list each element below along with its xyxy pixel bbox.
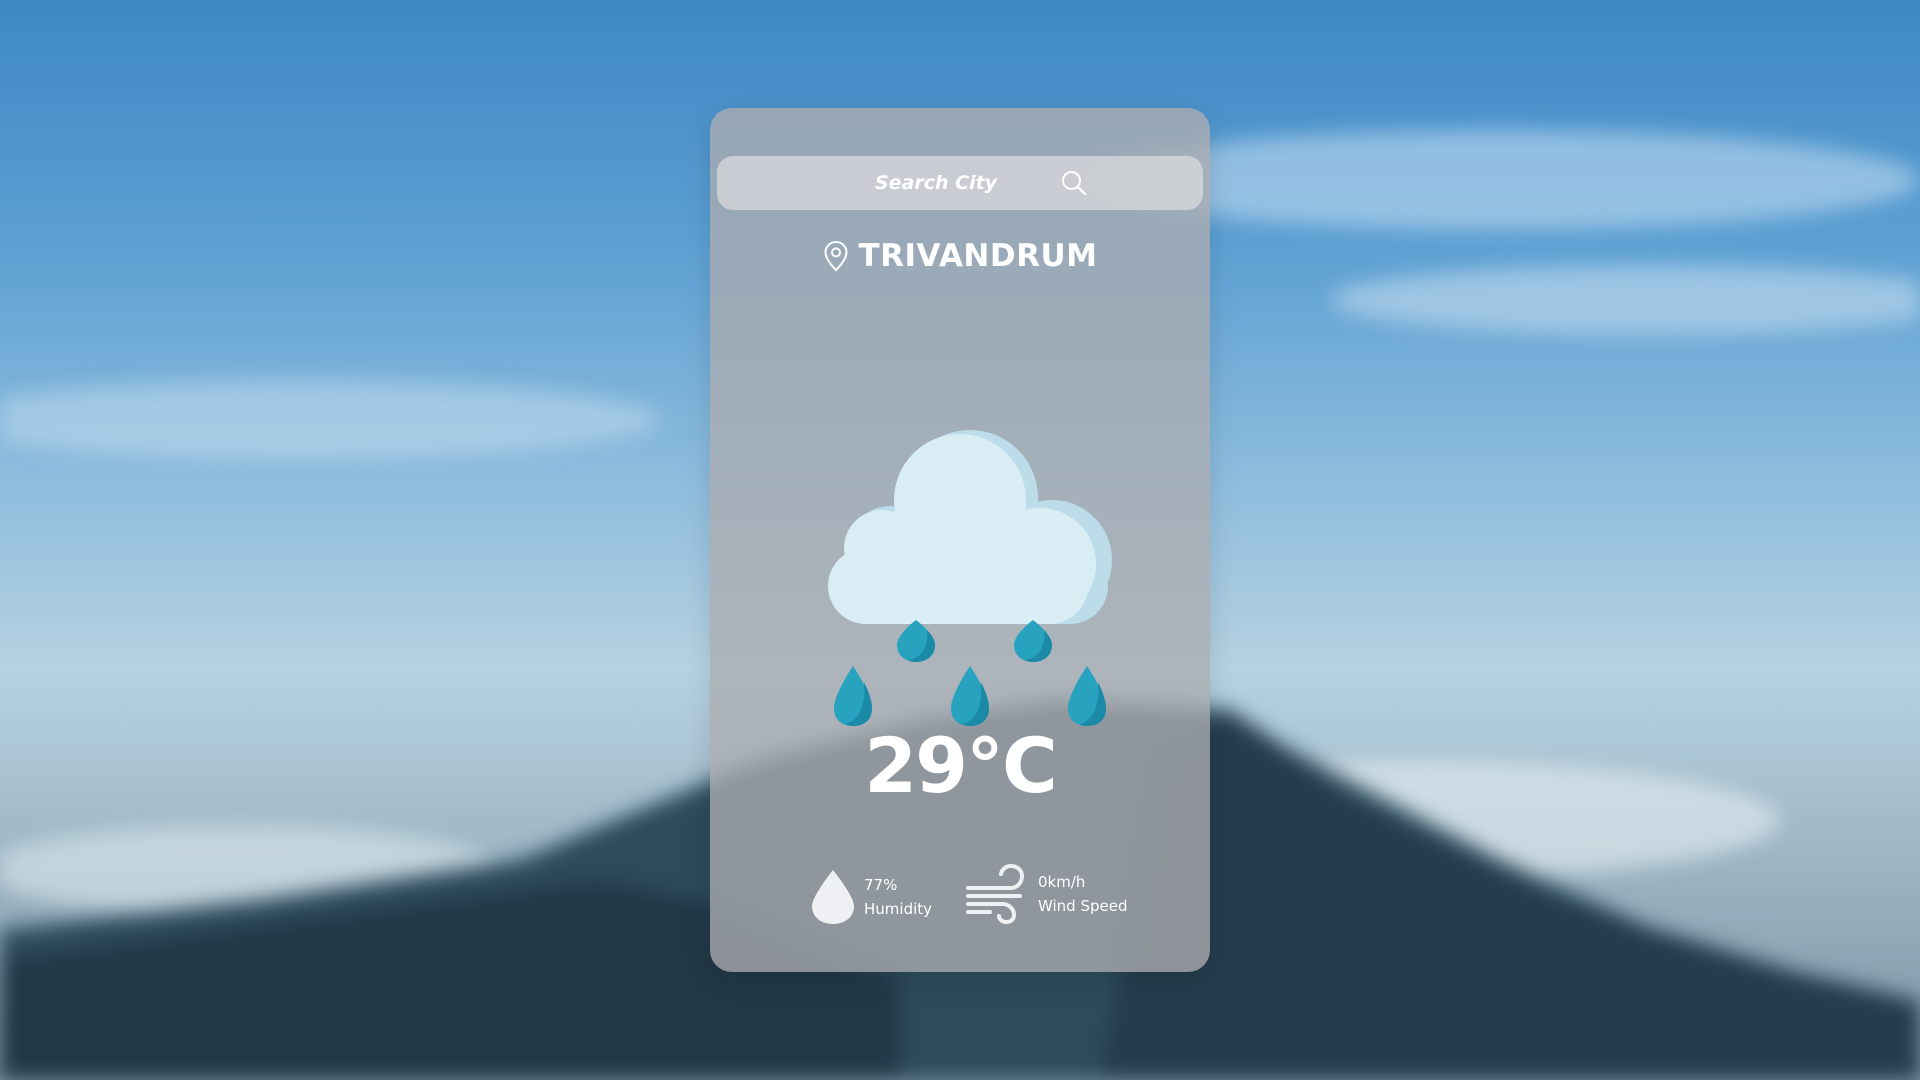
- location-pin-icon: [823, 240, 848, 272]
- search-input[interactable]: [717, 156, 1117, 210]
- humidity-value: 77%: [864, 876, 898, 894]
- search-icon: [1062, 171, 1087, 196]
- location-header: TRIVANDRUM: [710, 234, 1210, 278]
- humidity-label: Humidity: [864, 900, 933, 918]
- city-name: TRIVANDRUM: [858, 238, 1098, 274]
- humidity-stat: 77% Humidity: [810, 868, 932, 926]
- temperature-value: 29°C: [864, 721, 1058, 810]
- search-bar: [717, 156, 1203, 210]
- weather-card: TRIVANDRUM: [710, 108, 1210, 972]
- wind-stat: 0km/h Wind Speed: [964, 864, 1128, 924]
- rain-cloud-icon: [790, 348, 1130, 728]
- wind-icon: [966, 864, 1025, 924]
- wind-label: Wind Speed: [1038, 897, 1128, 915]
- wind-value: 0km/h: [1038, 873, 1086, 891]
- search-button[interactable]: [1059, 168, 1089, 198]
- water-drop-icon: [812, 870, 854, 924]
